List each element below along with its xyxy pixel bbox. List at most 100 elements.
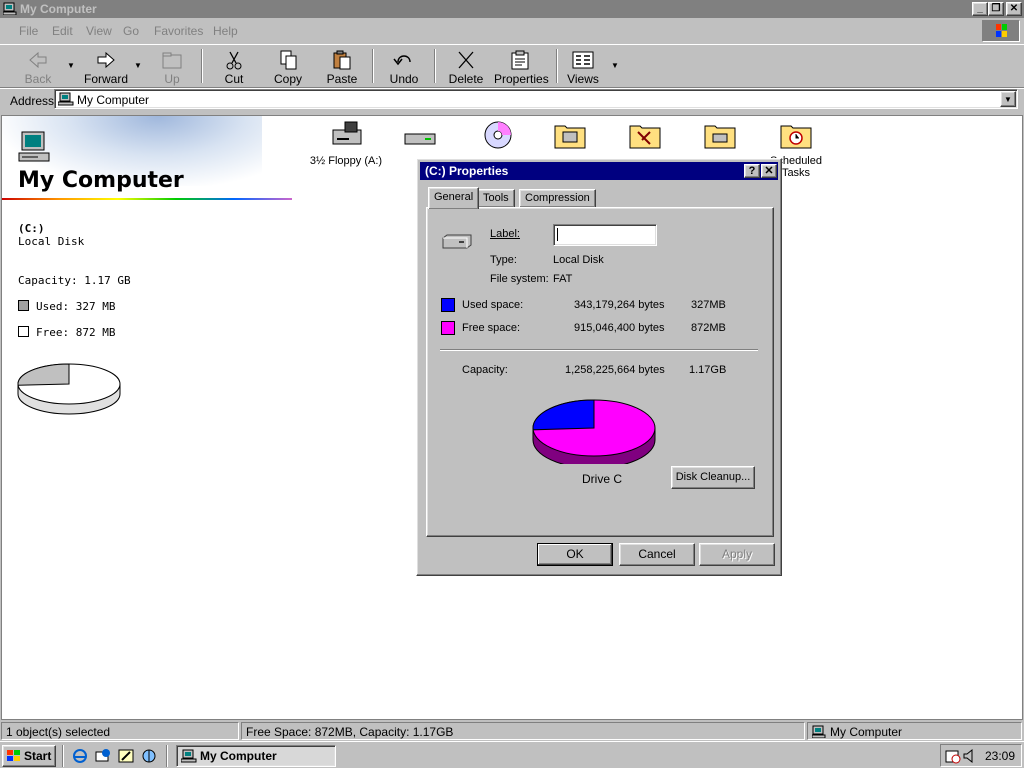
window-title-bar[interactable]: My Computer _ ❐ ✕ — [0, 0, 1024, 18]
status-selected: 1 object(s) selected — [1, 722, 239, 740]
taskbar-clock[interactable]: 23:09 — [985, 749, 1015, 763]
dialog-title: (C:) Properties — [425, 164, 509, 178]
up-button[interactable]: Up — [152, 48, 192, 86]
ok-button[interactable]: OK — [537, 543, 613, 566]
status-location-text: My Computer — [830, 725, 903, 739]
views-label: Views — [567, 72, 599, 86]
file-system-value: FAT — [553, 273, 573, 285]
paste-button[interactable]: Paste — [321, 48, 363, 86]
menu-favorites[interactable]: Favorites — [154, 24, 203, 38]
tab-compression[interactable]: Compression — [519, 189, 596, 208]
back-label: Back — [24, 72, 52, 86]
start-label: Start — [24, 749, 52, 763]
menu-edit[interactable]: Edit — [52, 24, 73, 38]
outlook-express-icon[interactable] — [95, 748, 111, 764]
copy-icon — [280, 50, 297, 70]
volume-label-input[interactable] — [553, 224, 657, 246]
page-title: My Computer — [18, 168, 184, 193]
properties-button[interactable]: Properties — [494, 48, 549, 86]
drive-capacity: Capacity: 1.17 GB — [18, 274, 131, 287]
undo-arrow-icon — [393, 55, 411, 66]
apply-button[interactable]: Apply — [699, 543, 775, 566]
my-computer-icon — [58, 92, 74, 106]
tab-general[interactable]: General — [428, 187, 480, 209]
printers-folder-item[interactable] — [530, 120, 610, 155]
volume-speaker-icon[interactable] — [963, 748, 977, 764]
address-value: My Computer — [77, 93, 150, 107]
back-arrow-icon — [29, 51, 47, 69]
address-dropdown-button[interactable]: ▼ — [1000, 91, 1016, 107]
copy-label: Copy — [273, 72, 302, 86]
taskbar-button-label: My Computer — [200, 749, 277, 763]
help-button[interactable]: ? — [744, 164, 760, 178]
type-caption: Type: — [490, 254, 517, 266]
cancel-button[interactable]: Cancel — [619, 543, 695, 566]
drive-used: Used: 327 MB — [36, 300, 116, 313]
minimize-button[interactable]: _ — [972, 2, 988, 16]
printers-folder-icon — [554, 125, 586, 149]
dialog-close-button[interactable]: ✕ — [761, 164, 777, 178]
control-panel-folder-icon — [629, 125, 661, 149]
channels-icon[interactable] — [141, 748, 157, 764]
internet-explorer-icon[interactable] — [72, 748, 88, 764]
floppy-drive-item[interactable]: 3½ Floppy (A:) — [306, 120, 386, 167]
scheduler-tray-icon[interactable] — [945, 748, 961, 764]
menu-view[interactable]: View — [86, 24, 112, 38]
my-computer-icon — [812, 725, 826, 738]
type-value: Local Disk — [553, 254, 604, 266]
undo-label: Undo — [389, 72, 419, 86]
menu-file[interactable]: File — [19, 24, 38, 38]
capacity-caption: Capacity: — [462, 364, 508, 376]
used-space-size: 327MB — [691, 299, 726, 311]
views-icon — [572, 51, 594, 69]
dial-up-folder-item[interactable] — [680, 120, 760, 155]
used-swatch — [18, 300, 29, 311]
address-input[interactable]: My Computer ▼ — [54, 89, 1018, 109]
toolbar-separator — [434, 49, 436, 83]
status-bar: 1 object(s) selected Free Space: 872MB, … — [0, 721, 1024, 741]
undo-button[interactable]: Undo — [384, 48, 424, 86]
free-space-size: 872MB — [691, 322, 726, 334]
general-tab-panel: Label: Type: Local Disk File system: FAT… — [426, 207, 774, 537]
free-space-swatch — [441, 321, 455, 335]
paste-label: Paste — [326, 72, 358, 86]
hard-disk-icon — [404, 133, 436, 145]
menu-go[interactable]: Go — [123, 24, 139, 38]
paste-clipboard-icon — [333, 50, 351, 70]
start-button[interactable]: Start — [2, 745, 56, 767]
dial-up-networking-folder-icon — [704, 125, 736, 149]
cd-rom-icon — [484, 121, 512, 149]
restore-button[interactable]: ❐ — [988, 2, 1004, 16]
tab-tools[interactable]: Tools — [477, 189, 515, 208]
close-button[interactable]: ✕ — [1006, 2, 1022, 16]
views-dropdown-icon[interactable]: ▼ — [611, 61, 619, 70]
cut-button[interactable]: Cut — [214, 48, 254, 86]
toolbar-separator — [372, 49, 374, 83]
dialog-title-bar[interactable]: (C:) Properties ? ✕ — [420, 162, 778, 180]
menu-help[interactable]: Help — [213, 24, 238, 38]
minimize-icon: _ — [977, 3, 983, 14]
back-button[interactable]: Back — [16, 48, 60, 86]
forward-dropdown-icon[interactable]: ▼ — [134, 61, 142, 70]
back-dropdown-icon[interactable]: ▼ — [67, 61, 75, 70]
my-computer-icon — [181, 749, 197, 763]
address-label: Address — [10, 94, 55, 108]
taskbar-separator — [62, 745, 64, 767]
forward-button[interactable]: Forward — [84, 48, 128, 86]
drive-properties-dialog: (C:) Properties ? ✕ General Tools Compre… — [416, 158, 782, 576]
taskbar-button-my-computer[interactable]: My Computer — [176, 745, 336, 767]
copy-button[interactable]: Copy — [268, 48, 308, 86]
delete-button[interactable]: Delete — [445, 48, 487, 86]
window-title: My Computer — [20, 2, 97, 16]
views-button[interactable]: Views — [563, 48, 603, 86]
disk-cleanup-button[interactable]: Disk Cleanup... — [671, 466, 755, 489]
used-slice — [17, 363, 70, 386]
control-panel-folder-item[interactable] — [605, 120, 685, 155]
up-label: Up — [164, 72, 180, 86]
dialog-divider — [440, 349, 758, 351]
disk-usage-pie — [17, 363, 121, 415]
hard-disk-item[interactable] — [380, 120, 460, 155]
show-desktop-icon[interactable] — [118, 748, 134, 764]
cd-rom-item[interactable] — [458, 120, 538, 155]
used-space-caption: Used space: — [462, 299, 524, 311]
